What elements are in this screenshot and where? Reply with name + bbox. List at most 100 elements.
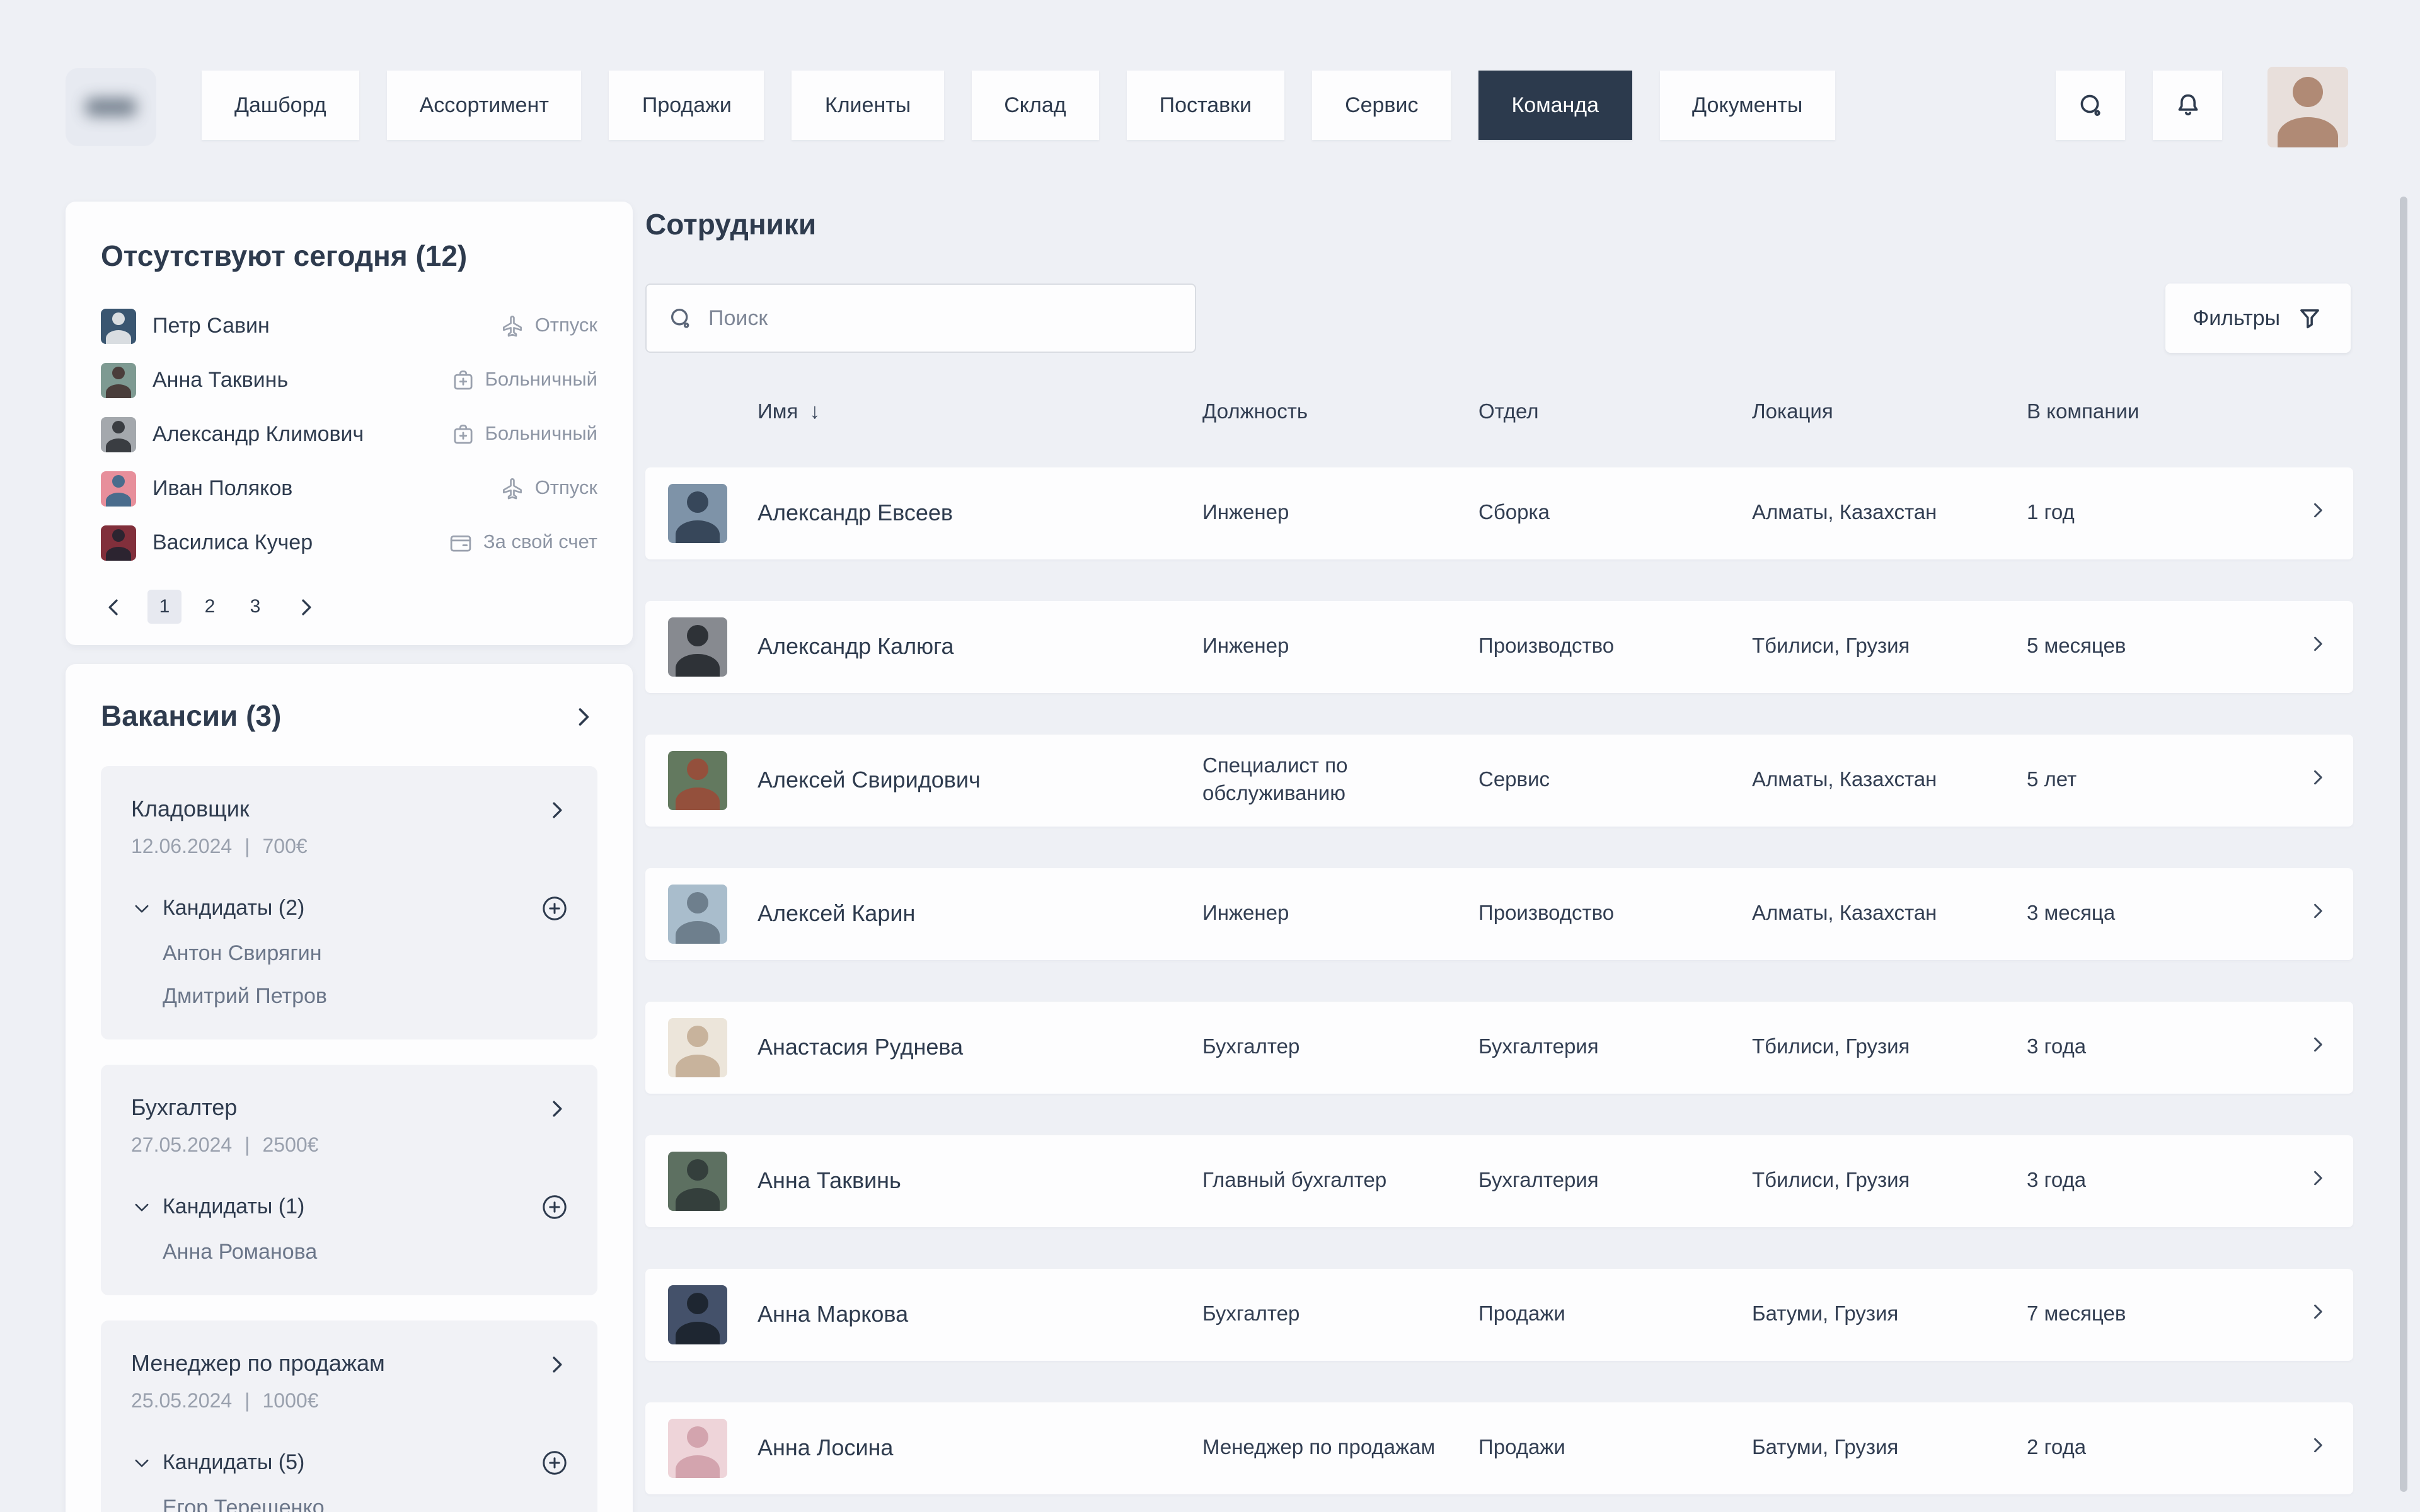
vertical-scrollbar[interactable] xyxy=(2400,197,2407,1492)
employee-department: Сборка xyxy=(1478,500,1752,527)
candidate-name[interactable]: Анна Романова xyxy=(163,1240,570,1265)
absent-today-title: Отсутствуют сегодня (12) xyxy=(101,239,597,273)
employee-avatar xyxy=(668,1285,727,1344)
vacancy-header[interactable]: Бухгалтер xyxy=(131,1095,570,1121)
absent-employee-row[interactable]: Петр Савин Отпуск xyxy=(101,304,597,348)
pagination-page[interactable]: 2 xyxy=(193,590,227,624)
nav-tab[interactable]: Поставки xyxy=(1127,71,1284,140)
row-open-chevron[interactable] xyxy=(2307,900,2353,929)
employee-row[interactable]: Анна Таквинь Главный бухгалтер Бухгалтер… xyxy=(645,1135,2353,1227)
chevron-right-icon[interactable] xyxy=(544,1096,570,1121)
absent-employee-row[interactable]: Анна Таквинь Больничный xyxy=(101,358,597,402)
employee-location: Батуми, Грузия xyxy=(1752,1301,2027,1329)
column-header-location: Локация xyxy=(1752,400,2027,424)
vacancy-meta: 12.06.2024 | 700€ xyxy=(131,837,570,859)
employee-row[interactable]: Анна Лосина Менеджер по продажам Продажи… xyxy=(645,1402,2353,1494)
funnel-icon xyxy=(2296,305,2323,331)
employee-row[interactable]: Александр Евсеев Инженер Сборка Алматы, … xyxy=(645,467,2353,559)
chevron-left-icon[interactable] xyxy=(101,594,126,619)
row-open-chevron[interactable] xyxy=(2307,1434,2353,1463)
employee-name: Анна Лосина xyxy=(758,1435,1202,1462)
company-logo[interactable] xyxy=(66,68,156,146)
chevron-right-icon xyxy=(2307,1167,2329,1189)
vacancy-card: Бухгалтер 27.05.2024 | 2500€ Кандидаты (… xyxy=(101,1065,597,1295)
chevron-right-icon[interactable] xyxy=(544,1351,570,1377)
row-open-chevron[interactable] xyxy=(2307,1300,2353,1329)
employee-name: Алексей Карин xyxy=(758,901,1202,927)
search-icon xyxy=(2075,90,2106,120)
chevron-down-icon[interactable] xyxy=(131,1452,153,1474)
employees-section: Сотрудники Фильтры Имя ↓ Должность Отдел… xyxy=(645,208,2353,1494)
chevron-right-icon[interactable] xyxy=(570,702,597,730)
nav-tab[interactable]: Клиенты xyxy=(792,71,943,140)
row-open-chevron[interactable] xyxy=(2307,1167,2353,1196)
nav-tab[interactable]: Команда xyxy=(1479,71,1632,140)
pagination-page[interactable]: 3 xyxy=(238,590,272,624)
absence-status: Больничный xyxy=(450,367,597,393)
column-header-tenure: В компании xyxy=(2027,400,2307,424)
absent-employee-row[interactable]: Александр Климович Больничный xyxy=(101,412,597,456)
candidate-name[interactable]: Антон Свирягин xyxy=(163,941,570,966)
employee-position: Инженер xyxy=(1202,900,1478,928)
plus-circle-icon[interactable] xyxy=(539,1448,570,1478)
absent-today-card: Отсутствуют сегодня (12) Петр Савин Отпу… xyxy=(66,202,633,645)
chevron-right-icon[interactable] xyxy=(544,797,570,822)
absent-list: Петр Савин Отпуск Анна Таквинь Больничны… xyxy=(101,304,597,564)
employee-location: Алматы, Казахстан xyxy=(1752,767,2027,794)
row-open-chevron[interactable] xyxy=(2307,766,2353,795)
user-avatar[interactable] xyxy=(2267,67,2348,147)
employee-row[interactable]: Анна Маркова Бухгалтер Продажи Батуми, Г… xyxy=(645,1269,2353,1361)
chevron-right-icon xyxy=(2307,900,2329,922)
employee-department: Бухгалтерия xyxy=(1478,1034,1752,1062)
vacancy-meta: 25.05.2024 | 1000€ xyxy=(131,1391,570,1414)
chevron-down-icon[interactable] xyxy=(131,1196,153,1218)
nav-tab[interactable]: Продажи xyxy=(609,71,764,140)
candidate-name[interactable]: Дмитрий Петров xyxy=(163,984,570,1009)
vacancies-card: Вакансии (3) Кладовщик 12.06.2024 | 700€ xyxy=(66,664,633,1512)
vacancy-header[interactable]: Менеджер по продажам xyxy=(131,1351,570,1377)
absent-employee-row[interactable]: Василиса Кучер За свой счет xyxy=(101,520,597,564)
employee-position: Специалист по обслуживанию xyxy=(1202,753,1478,808)
employee-avatar xyxy=(668,1152,727,1211)
column-header-department: Отдел xyxy=(1478,400,1752,424)
employee-position: Бухгалтер xyxy=(1202,1034,1478,1062)
nav-tab[interactable]: Дашборд xyxy=(202,71,359,140)
notifications-button[interactable] xyxy=(2153,71,2222,140)
logo-blurred-text xyxy=(86,98,136,116)
employee-location: Тбилиси, Грузия xyxy=(1752,1167,2027,1195)
chevron-right-icon[interactable] xyxy=(294,594,319,619)
vacancy-card: Менеджер по продажам 25.05.2024 | 1000€ … xyxy=(101,1320,597,1512)
employee-tenure: 3 месяца xyxy=(2027,900,2307,928)
pagination-page[interactable]: 1 xyxy=(147,590,182,624)
nav-tab[interactable]: Документы xyxy=(1659,71,1835,140)
absence-status: За свой счет xyxy=(448,529,597,556)
employee-name: Анна Маркова xyxy=(758,1302,1202,1328)
plus-circle-icon[interactable] xyxy=(539,893,570,924)
employee-location: Батуми, Грузия xyxy=(1752,1435,2027,1462)
filters-button[interactable]: Фильтры xyxy=(2165,284,2351,353)
row-open-chevron[interactable] xyxy=(2307,633,2353,662)
medkit-icon xyxy=(450,421,476,447)
vacancy-card: Кладовщик 12.06.2024 | 700€ Кандидаты (2… xyxy=(101,766,597,1040)
vacancy-header[interactable]: Кладовщик xyxy=(131,796,570,823)
search-button[interactable] xyxy=(2056,71,2125,140)
sort-desc-arrow: ↓ xyxy=(809,399,820,425)
employee-row[interactable]: Анастасия Руднева Бухгалтер Бухгалтерия … xyxy=(645,1002,2353,1094)
column-header-name[interactable]: Имя ↓ xyxy=(758,399,1202,425)
row-open-chevron[interactable] xyxy=(2307,499,2353,528)
absent-employee-row[interactable]: Иван Поляков Отпуск xyxy=(101,466,597,510)
nav-tab[interactable]: Склад xyxy=(971,71,1098,140)
row-open-chevron[interactable] xyxy=(2307,1033,2353,1062)
employee-row[interactable]: Алексей Свиридович Специалист по обслужи… xyxy=(645,735,2353,827)
nav-tab[interactable]: Сервис xyxy=(1312,71,1451,140)
search-input[interactable] xyxy=(708,306,1175,331)
employee-row[interactable]: Александр Калюга Инженер Производство Тб… xyxy=(645,601,2353,693)
employee-row[interactable]: Алексей Карин Инженер Производство Алмат… xyxy=(645,868,2353,960)
plus-circle-icon[interactable] xyxy=(539,1192,570,1222)
chevron-down-icon[interactable] xyxy=(131,898,153,919)
candidate-name[interactable]: Егор Терещенко xyxy=(163,1496,570,1512)
candidates-header: Кандидаты (5) xyxy=(131,1448,570,1478)
employee-position: Менеджер по продажам xyxy=(1202,1435,1478,1462)
nav-tab[interactable]: Ассортимент xyxy=(387,71,582,140)
employee-name: Петр Савин xyxy=(153,313,500,338)
